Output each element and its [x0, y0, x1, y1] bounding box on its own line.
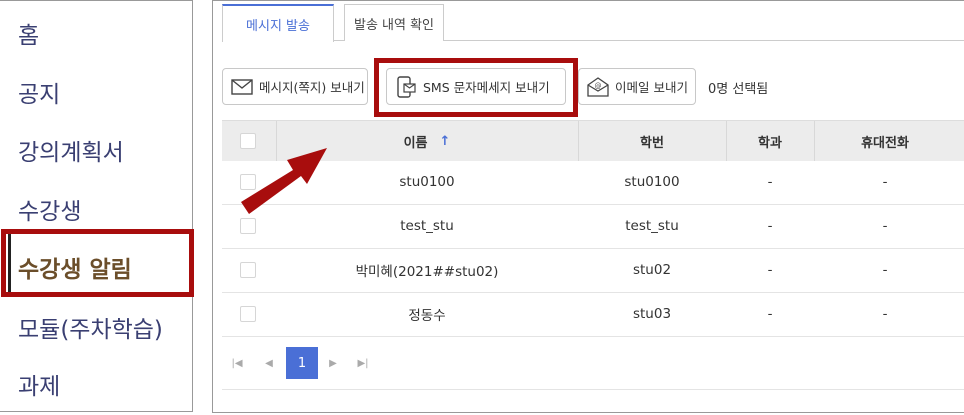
- send-email-label: 이메일 보내기: [615, 80, 688, 95]
- column-header-phone[interactable]: 휴대전화: [814, 121, 956, 161]
- row-student-id: test_stu: [625, 218, 679, 234]
- row-name: 정동수: [408, 308, 446, 324]
- row-divider: [222, 336, 964, 337]
- highlight-box-menu: [1, 229, 194, 297]
- send-email-button[interactable]: @ 이메일 보내기: [578, 68, 696, 105]
- row-student-id: stu03: [632, 306, 672, 322]
- previous-page-button[interactable]: ◀: [262, 353, 276, 373]
- row-checkbox[interactable]: [240, 306, 256, 322]
- nav-item-home[interactable]: 홈: [18, 16, 39, 50]
- sort-ascending-icon: ↑: [439, 133, 451, 149]
- envelope-icon: [231, 78, 253, 95]
- pagination-divider: [222, 389, 964, 390]
- row-phone: -: [882, 174, 888, 190]
- nav-item-modules[interactable]: 모듈(주차학습): [18, 310, 163, 344]
- annotation-arrow-icon: [241, 148, 327, 214]
- page-1-button[interactable]: 1: [286, 347, 318, 379]
- row-department: -: [767, 218, 773, 234]
- row-department: -: [767, 262, 773, 278]
- highlight-box-sms: [374, 58, 578, 117]
- tab-send-history[interactable]: 발송 내역 확인: [344, 4, 444, 41]
- row-student-id: stu02: [632, 262, 672, 278]
- last-page-button[interactable]: ▶|: [356, 353, 370, 373]
- nav-item-notice[interactable]: 공지: [18, 75, 60, 109]
- send-message-button[interactable]: 메시지(쪽지) 보내기: [222, 68, 368, 105]
- row-checkbox[interactable]: [240, 218, 256, 234]
- first-page-button[interactable]: |◀: [230, 353, 244, 373]
- row-department: -: [767, 306, 773, 322]
- nav-item-syllabus[interactable]: 강의계획서: [18, 133, 124, 167]
- email-at-icon: @: [587, 76, 609, 97]
- tab-send-message[interactable]: 메시지 발송: [222, 4, 334, 42]
- row-name: 박미혜(2021##stu02): [355, 264, 499, 280]
- row-student-id: stu0100: [624, 174, 680, 190]
- next-page-button[interactable]: ▶: [326, 353, 340, 373]
- row-department: -: [767, 174, 773, 190]
- selected-count: 0명 선택됨: [708, 82, 769, 97]
- nav-item-assignments[interactable]: 과제: [18, 367, 60, 401]
- row-checkbox[interactable]: [240, 262, 256, 278]
- nav-item-students[interactable]: 수강생: [18, 192, 81, 226]
- column-header-department[interactable]: 학과: [726, 121, 814, 161]
- svg-text:@: @: [595, 82, 602, 90]
- send-message-label: 메시지(쪽지) 보내기: [259, 80, 365, 95]
- column-header-student-id[interactable]: 학번: [578, 121, 726, 161]
- row-phone: -: [882, 306, 888, 322]
- row-phone: -: [882, 262, 888, 278]
- column-header-name-label: 이름: [403, 135, 428, 151]
- row-phone: -: [882, 218, 888, 234]
